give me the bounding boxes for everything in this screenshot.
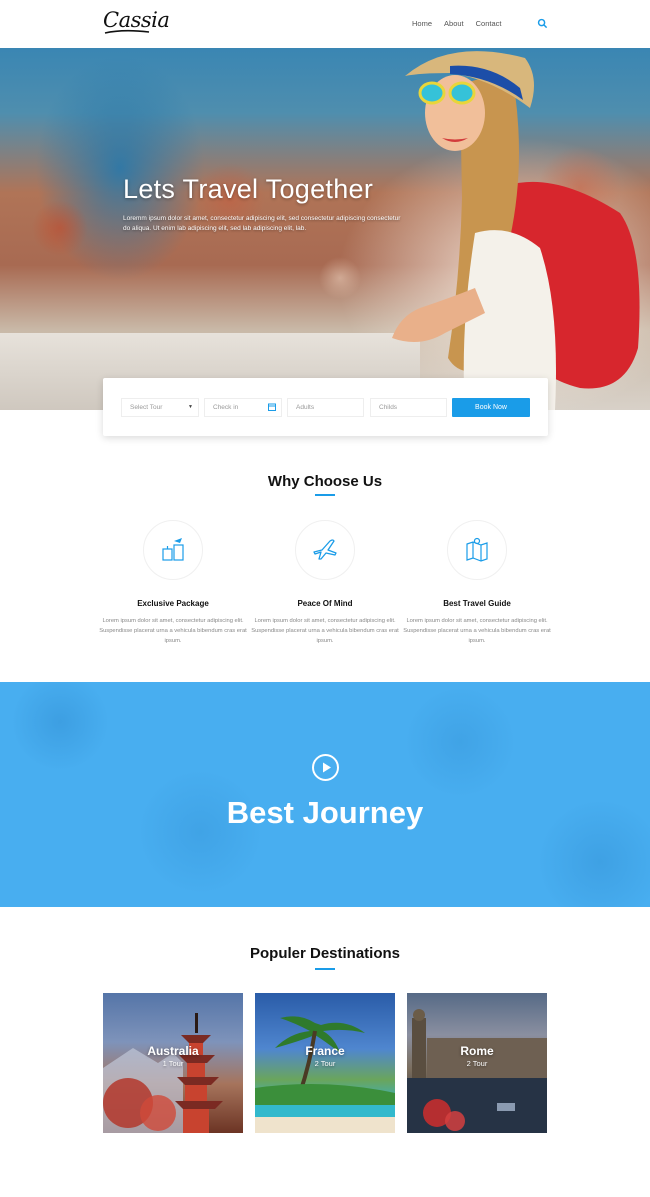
main-nav: Home About Contact [412, 19, 513, 28]
nav-contact[interactable]: Contact [476, 19, 502, 28]
best-journey-banner: Best Journey [0, 682, 650, 907]
best-journey-title: Best Journey [226, 795, 424, 830]
childs-label: Childs [379, 404, 398, 411]
destination-tour-count: 2 Tour [466, 1059, 488, 1068]
play-video-button[interactable] [312, 754, 339, 781]
childs-field[interactable]: Childs [370, 398, 447, 417]
adults-field[interactable]: Adults [287, 398, 364, 417]
feature-text: Lorem ipsum dolor sit amet, consectetur … [403, 618, 551, 644]
destination-card-australia[interactable]: Australia 1 Tour [103, 993, 243, 1133]
popular-destinations-title: Populer Destinations [249, 945, 401, 962]
check-in-field[interactable]: Check in [204, 398, 282, 417]
destination-name: Rome [460, 1044, 494, 1058]
destination-tour-count: 1 Tour [162, 1059, 184, 1068]
traveler-woman-image [392, 51, 640, 410]
book-now-button[interactable]: Book Now [452, 398, 530, 417]
caret-down-icon: ▼ [188, 404, 193, 410]
hero-subtitle: Loremm ipsum dolor sit amet, consectetur… [123, 215, 401, 232]
airplane-icon [313, 539, 337, 560]
feature-title: Exclusive Package [137, 599, 209, 608]
feature-title: Best Travel Guide [443, 599, 511, 608]
package-icon [162, 538, 184, 561]
feature-text: Lorem ipsum dolor sit amet, consectetur … [99, 618, 247, 644]
play-icon [323, 762, 331, 773]
search-icon[interactable] [537, 18, 548, 29]
why-title-underline [315, 494, 335, 496]
destination-name: France [305, 1044, 345, 1058]
hero-title: Lets Travel Together [123, 174, 374, 204]
feature-title: Peace Of Mind [297, 599, 353, 608]
feature-text: Lorem ipsum dolor sit amet, consectetur … [251, 618, 399, 644]
map-icon [466, 537, 488, 562]
destination-card-france[interactable]: France 2 Tour [255, 993, 395, 1133]
calendar-icon [268, 403, 276, 411]
hero-banner: Lets Travel Together Loremm ipsum dolor … [0, 48, 650, 410]
destination-tour-count: 2 Tour [314, 1059, 336, 1068]
destinations-title-underline [315, 968, 335, 970]
destination-name: Australia [147, 1044, 199, 1058]
adults-label: Adults [296, 404, 315, 411]
nav-home[interactable]: Home [412, 19, 432, 28]
nav-about[interactable]: About [444, 19, 464, 28]
select-tour-label: Select Tour [130, 404, 163, 411]
site-header: Cassia Home About Contact [0, 0, 650, 48]
why-choose-title: Why Choose Us [267, 473, 383, 490]
destination-card-rome[interactable]: Rome 2 Tour [407, 993, 547, 1133]
check-in-label: Check in [213, 404, 239, 411]
booking-form: Select Tour ▼ Check in Adults Childs Boo… [103, 378, 548, 436]
select-tour-dropdown[interactable]: Select Tour ▼ [121, 398, 199, 417]
logo-swash-icon [104, 29, 150, 34]
